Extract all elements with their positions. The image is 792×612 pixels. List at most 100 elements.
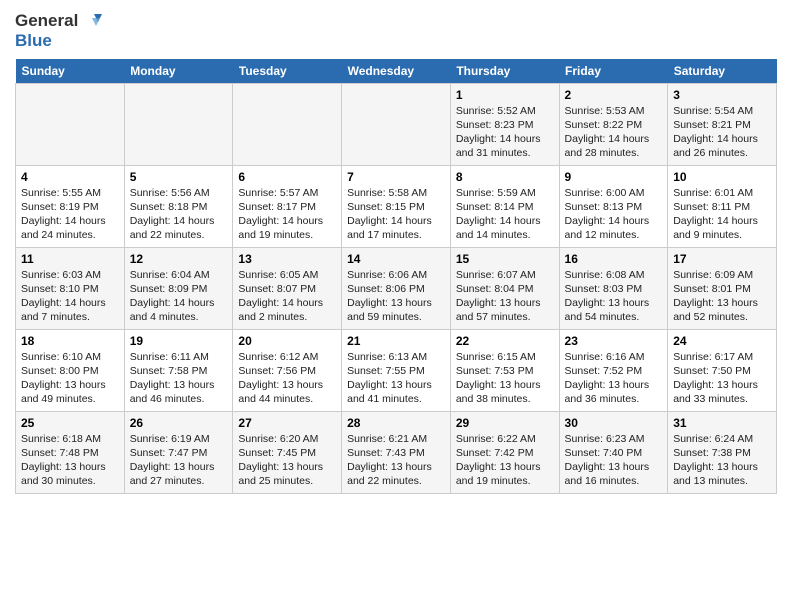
day-number: 8 (456, 170, 554, 184)
calendar-week-row: 1Sunrise: 5:52 AM Sunset: 8:23 PM Daylig… (16, 83, 777, 165)
day-info: Sunrise: 5:59 AM Sunset: 8:14 PM Dayligh… (456, 186, 554, 243)
day-info: Sunrise: 5:54 AM Sunset: 8:21 PM Dayligh… (673, 104, 771, 161)
day-number: 6 (238, 170, 336, 184)
calendar-cell: 19 Sunrise: 6:11 AM Sunset: 7:58 PM Dayli… (124, 329, 233, 411)
day-info: Sunrise: 6:23 AM Sunset: 7:40 PM Dayligh… (565, 432, 663, 489)
calendar-cell (342, 83, 451, 165)
day-number: 18 (21, 334, 119, 348)
day-of-week-header: Friday (559, 59, 668, 84)
day-info: Sunrise: 5:53 AM Sunset: 8:22 PM Dayligh… (565, 104, 663, 161)
day-number: 22 (456, 334, 554, 348)
day-number: 31 (673, 416, 771, 430)
calendar-cell: 8 Sunrise: 5:59 AM Sunset: 8:14 PM Daylig… (450, 165, 559, 247)
calendar-cell: 13Sunrise: 6:05 AM Sunset: 8:07 PM Dayli… (233, 247, 342, 329)
day-info: Sunrise: 6:15 AM Sunset: 7:53 PM Dayligh… (456, 350, 554, 407)
calendar-cell (16, 83, 125, 165)
calendar-cell: 18 Sunrise: 6:10 AM Sunset: 8:00 PM Dayli… (16, 329, 125, 411)
logo-blue: Blue (15, 32, 102, 51)
day-number: 14 (347, 252, 445, 266)
page-header: General Blue (15, 10, 777, 51)
calendar-cell: 12 Sunrise: 6:04 AM Sunset: 8:09 PM Dayli… (124, 247, 233, 329)
calendar-cell: 9Sunrise: 6:00 AM Sunset: 8:13 PM Daylig… (559, 165, 668, 247)
day-info: Sunrise: 6:04 AM Sunset: 8:09 PM Dayligh… (130, 268, 228, 325)
calendar-cell: 4 Sunrise: 5:55 AM Sunset: 8:19 PM Daylig… (16, 165, 125, 247)
calendar-cell: 15Sunrise: 6:07 AM Sunset: 8:04 PM Dayli… (450, 247, 559, 329)
calendar-cell: 14Sunrise: 6:06 AM Sunset: 8:06 PM Dayli… (342, 247, 451, 329)
day-number: 4 (21, 170, 119, 184)
day-number: 30 (565, 416, 663, 430)
day-number: 19 (130, 334, 228, 348)
day-info: Sunrise: 6:24 AM Sunset: 7:38 PM Dayligh… (673, 432, 771, 489)
calendar-cell: 23Sunrise: 6:16 AM Sunset: 7:52 PM Dayli… (559, 329, 668, 411)
day-of-week-header: Wednesday (342, 59, 451, 84)
calendar-table: SundayMondayTuesdayWednesdayThursdayFrid… (15, 59, 777, 494)
day-number: 7 (347, 170, 445, 184)
calendar-header-row: SundayMondayTuesdayWednesdayThursdayFrid… (16, 59, 777, 84)
calendar-week-row: 11 Sunrise: 6:03 AM Sunset: 8:10 PM Dayli… (16, 247, 777, 329)
day-info: Sunrise: 5:57 AM Sunset: 8:17 PM Dayligh… (238, 186, 336, 243)
day-info: Sunrise: 6:21 AM Sunset: 7:43 PM Dayligh… (347, 432, 445, 489)
calendar-cell: 6 Sunrise: 5:57 AM Sunset: 8:17 PM Daylig… (233, 165, 342, 247)
day-number: 12 (130, 252, 228, 266)
day-number: 3 (673, 88, 771, 102)
calendar-body: 1Sunrise: 5:52 AM Sunset: 8:23 PM Daylig… (16, 83, 777, 493)
day-info: Sunrise: 6:01 AM Sunset: 8:11 PM Dayligh… (673, 186, 771, 243)
day-info: Sunrise: 5:58 AM Sunset: 8:15 PM Dayligh… (347, 186, 445, 243)
day-info: Sunrise: 6:20 AM Sunset: 7:45 PM Dayligh… (238, 432, 336, 489)
day-number: 26 (130, 416, 228, 430)
calendar-cell (233, 83, 342, 165)
day-info: Sunrise: 6:16 AM Sunset: 7:52 PM Dayligh… (565, 350, 663, 407)
calendar-cell: 16 Sunrise: 6:08 AM Sunset: 8:03 PM Dayli… (559, 247, 668, 329)
day-info: Sunrise: 6:11 AM Sunset: 7:58 PM Dayligh… (130, 350, 228, 407)
day-number: 28 (347, 416, 445, 430)
logo: General Blue (15, 10, 102, 51)
logo-bird-icon (80, 10, 102, 32)
day-number: 11 (21, 252, 119, 266)
day-info: Sunrise: 6:22 AM Sunset: 7:42 PM Dayligh… (456, 432, 554, 489)
day-of-week-header: Thursday (450, 59, 559, 84)
calendar-week-row: 25Sunrise: 6:18 AM Sunset: 7:48 PM Dayli… (16, 411, 777, 493)
calendar-cell: 7 Sunrise: 5:58 AM Sunset: 8:15 PM Daylig… (342, 165, 451, 247)
day-info: Sunrise: 6:10 AM Sunset: 8:00 PM Dayligh… (21, 350, 119, 407)
day-number: 5 (130, 170, 228, 184)
day-of-week-header: Tuesday (233, 59, 342, 84)
calendar-cell: 3 Sunrise: 5:54 AM Sunset: 8:21 PM Daylig… (668, 83, 777, 165)
day-info: Sunrise: 6:17 AM Sunset: 7:50 PM Dayligh… (673, 350, 771, 407)
calendar-cell: 24Sunrise: 6:17 AM Sunset: 7:50 PM Dayli… (668, 329, 777, 411)
day-of-week-header: Monday (124, 59, 233, 84)
calendar-cell: 30 Sunrise: 6:23 AM Sunset: 7:40 PM Dayli… (559, 411, 668, 493)
day-info: Sunrise: 6:03 AM Sunset: 8:10 PM Dayligh… (21, 268, 119, 325)
calendar-cell: 10 Sunrise: 6:01 AM Sunset: 8:11 PM Dayli… (668, 165, 777, 247)
calendar-cell: 20 Sunrise: 6:12 AM Sunset: 7:56 PM Dayli… (233, 329, 342, 411)
day-info: Sunrise: 6:19 AM Sunset: 7:47 PM Dayligh… (130, 432, 228, 489)
calendar-cell (124, 83, 233, 165)
calendar-cell: 5 Sunrise: 5:56 AM Sunset: 8:18 PM Daylig… (124, 165, 233, 247)
day-number: 2 (565, 88, 663, 102)
day-number: 13 (238, 252, 336, 266)
calendar-week-row: 18 Sunrise: 6:10 AM Sunset: 8:00 PM Dayli… (16, 329, 777, 411)
day-info: Sunrise: 6:07 AM Sunset: 8:04 PM Dayligh… (456, 268, 554, 325)
calendar-cell: 2 Sunrise: 5:53 AM Sunset: 8:22 PM Daylig… (559, 83, 668, 165)
day-info: Sunrise: 6:09 AM Sunset: 8:01 PM Dayligh… (673, 268, 771, 325)
day-number: 10 (673, 170, 771, 184)
day-of-week-header: Sunday (16, 59, 125, 84)
calendar-week-row: 4 Sunrise: 5:55 AM Sunset: 8:19 PM Daylig… (16, 165, 777, 247)
day-number: 21 (347, 334, 445, 348)
day-number: 29 (456, 416, 554, 430)
day-info: Sunrise: 6:13 AM Sunset: 7:55 PM Dayligh… (347, 350, 445, 407)
day-number: 16 (565, 252, 663, 266)
calendar-cell: 21 Sunrise: 6:13 AM Sunset: 7:55 PM Dayli… (342, 329, 451, 411)
calendar-cell: 11 Sunrise: 6:03 AM Sunset: 8:10 PM Dayli… (16, 247, 125, 329)
day-info: Sunrise: 6:12 AM Sunset: 7:56 PM Dayligh… (238, 350, 336, 407)
day-number: 27 (238, 416, 336, 430)
day-number: 9 (565, 170, 663, 184)
day-number: 25 (21, 416, 119, 430)
day-info: Sunrise: 5:55 AM Sunset: 8:19 PM Dayligh… (21, 186, 119, 243)
logo-container: General Blue (15, 10, 102, 51)
day-info: Sunrise: 6:08 AM Sunset: 8:03 PM Dayligh… (565, 268, 663, 325)
day-info: Sunrise: 5:56 AM Sunset: 8:18 PM Dayligh… (130, 186, 228, 243)
calendar-cell: 31 Sunrise: 6:24 AM Sunset: 7:38 PM Dayli… (668, 411, 777, 493)
calendar-cell: 17Sunrise: 6:09 AM Sunset: 8:01 PM Dayli… (668, 247, 777, 329)
day-number: 1 (456, 88, 554, 102)
day-number: 20 (238, 334, 336, 348)
